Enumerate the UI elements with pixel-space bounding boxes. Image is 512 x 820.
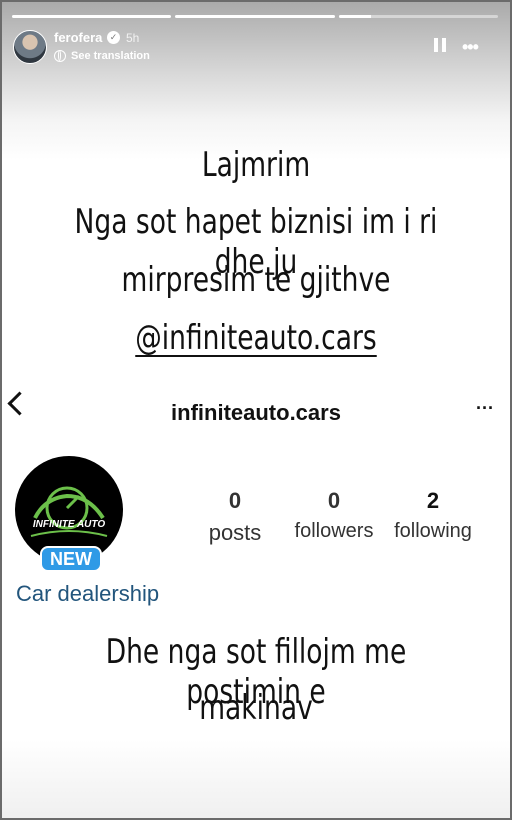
progress-segment	[12, 15, 172, 18]
progress-segment	[338, 15, 498, 18]
see-translation-link[interactable]: See translation	[71, 50, 150, 62]
mention-link[interactable]: @infiniteauto.cars	[56, 318, 455, 358]
profile-username: infiniteauto.cars	[171, 400, 341, 425]
globe-icon	[54, 50, 66, 62]
story-progress	[12, 15, 498, 18]
progress-segment	[175, 15, 335, 18]
followers-label: followers	[294, 520, 374, 542]
story-time: 5h	[126, 31, 140, 45]
more-icon[interactable]: •••	[462, 37, 479, 58]
pause-icon[interactable]	[434, 38, 446, 52]
story-viewer[interactable]: ferofera ✓ 5h See translation ••• Lajmri…	[0, 0, 512, 820]
profile-more-icon: ···	[476, 398, 494, 418]
new-badge: NEW	[40, 546, 102, 572]
profile-category: Car dealership	[16, 581, 160, 606]
announcement-title: Lajmrim	[201, 145, 311, 185]
following-label: following	[394, 520, 472, 542]
verified-icon: ✓	[107, 31, 120, 44]
avatar[interactable]	[13, 30, 47, 64]
following-count: 2	[426, 488, 440, 513]
story-username[interactable]: ferofera	[54, 30, 102, 45]
logo-text: INFINITE AUTO	[32, 519, 106, 530]
posts-label: posts	[208, 520, 262, 545]
followers-count: 0	[327, 488, 341, 513]
posts-count: 0	[228, 488, 242, 513]
bottom-text-line: makinav	[199, 688, 313, 728]
announcement-line: mirpresim te gjithve	[121, 260, 391, 300]
